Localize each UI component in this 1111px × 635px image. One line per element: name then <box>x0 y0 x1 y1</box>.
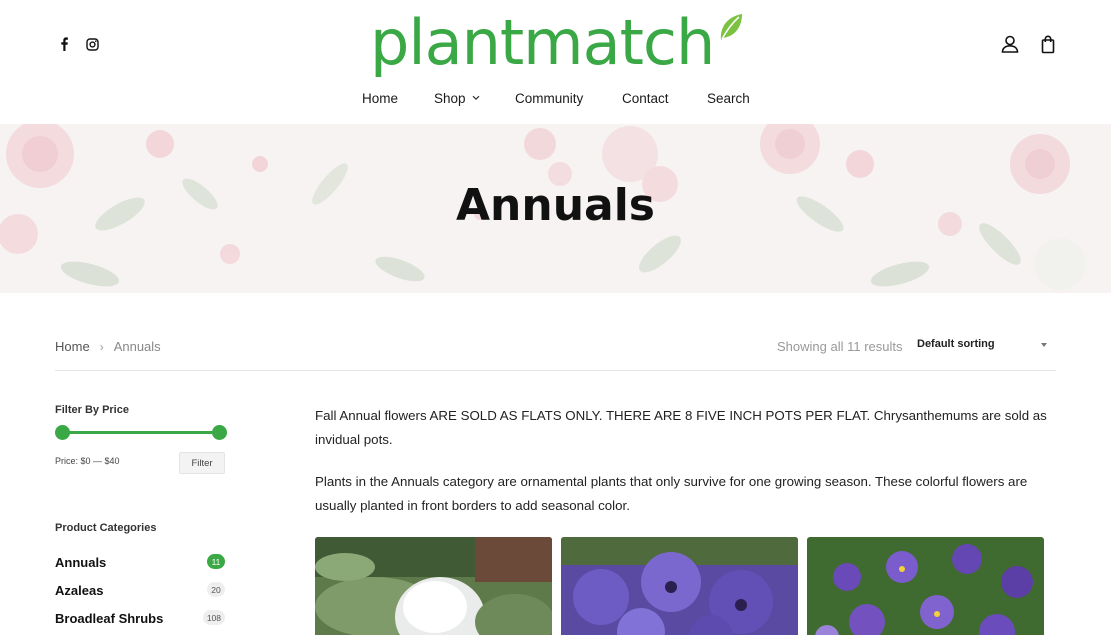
category-item-broadleaf-shrubs[interactable]: Broadleaf Shrubs 108 <box>55 609 225 629</box>
ornamental-kale-image <box>315 537 552 635</box>
category-item-annuals[interactable]: Annuals 11 <box>55 553 225 573</box>
price-min-handle[interactable] <box>55 425 70 440</box>
nav-search[interactable]: Search <box>707 91 750 106</box>
category-count-badge: 20 <box>207 582 225 597</box>
filter-button[interactable]: Filter <box>179 452 225 474</box>
results-count: Showing all 11 results <box>777 339 903 354</box>
viola-flowers-image <box>807 537 1044 635</box>
shopping-bag-icon[interactable] <box>1038 34 1058 54</box>
nav-contact[interactable]: Contact <box>622 91 669 106</box>
leaf-icon <box>720 14 742 40</box>
category-name: Broadleaf Shrubs <box>55 611 164 626</box>
main-nav: Home Shop Community Contact Search <box>0 91 1111 111</box>
user-icon[interactable] <box>1000 34 1020 54</box>
category-count-badge: 108 <box>202 610 225 625</box>
product-card-image[interactable] <box>561 537 798 635</box>
category-count-badge: 11 <box>207 554 225 569</box>
logo-wordmark: plantmatch <box>370 6 715 79</box>
price-filter-title: Filter By Price <box>55 404 129 416</box>
nav-home[interactable]: Home <box>362 91 398 106</box>
breadcrumb-separator: › <box>99 339 104 354</box>
category-name: Azaleas <box>55 583 104 598</box>
breadcrumb-home[interactable]: Home <box>55 339 90 354</box>
purple-pansy-image <box>561 537 798 635</box>
product-card-image[interactable] <box>807 537 1044 635</box>
breadcrumb-current: Annuals <box>113 339 161 354</box>
price-range-track <box>62 431 219 434</box>
divider <box>55 370 1056 371</box>
price-range-label: Price: $0 — $40 <box>55 456 120 466</box>
instagram-icon[interactable] <box>85 36 99 52</box>
category-description-notice: Fall Annual flowers ARE SOLD AS FLATS ON… <box>315 408 1047 447</box>
category-name: Annuals <box>55 555 107 570</box>
categories-title: Product Categories <box>55 522 157 534</box>
page-title: Annuals <box>456 180 655 231</box>
chevron-down-icon <box>472 95 479 101</box>
category-description: Plants in the Annuals category are ornam… <box>315 474 1028 513</box>
header-actions <box>1000 34 1058 54</box>
breadcrumb: Home › Annuals <box>55 339 161 354</box>
nav-community[interactable]: Community <box>515 91 583 106</box>
social-links <box>57 36 99 52</box>
caret-down-icon <box>1041 343 1047 347</box>
nav-shop[interactable]: Shop <box>434 91 480 106</box>
sort-select[interactable]: Default sorting <box>917 338 1055 356</box>
site-logo[interactable]: plantmatch <box>370 6 750 82</box>
category-item-azaleas[interactable]: Azaleas 20 <box>55 581 225 601</box>
price-max-handle[interactable] <box>212 425 227 440</box>
price-range-slider[interactable] <box>55 424 227 440</box>
site-header: plantmatch Home Shop Community Contact S… <box>0 0 1111 124</box>
product-card-image[interactable] <box>315 537 552 635</box>
sort-selected-label: Default sorting <box>917 338 995 350</box>
nav-shop-label: Shop <box>434 91 466 106</box>
facebook-icon[interactable] <box>57 36 71 52</box>
